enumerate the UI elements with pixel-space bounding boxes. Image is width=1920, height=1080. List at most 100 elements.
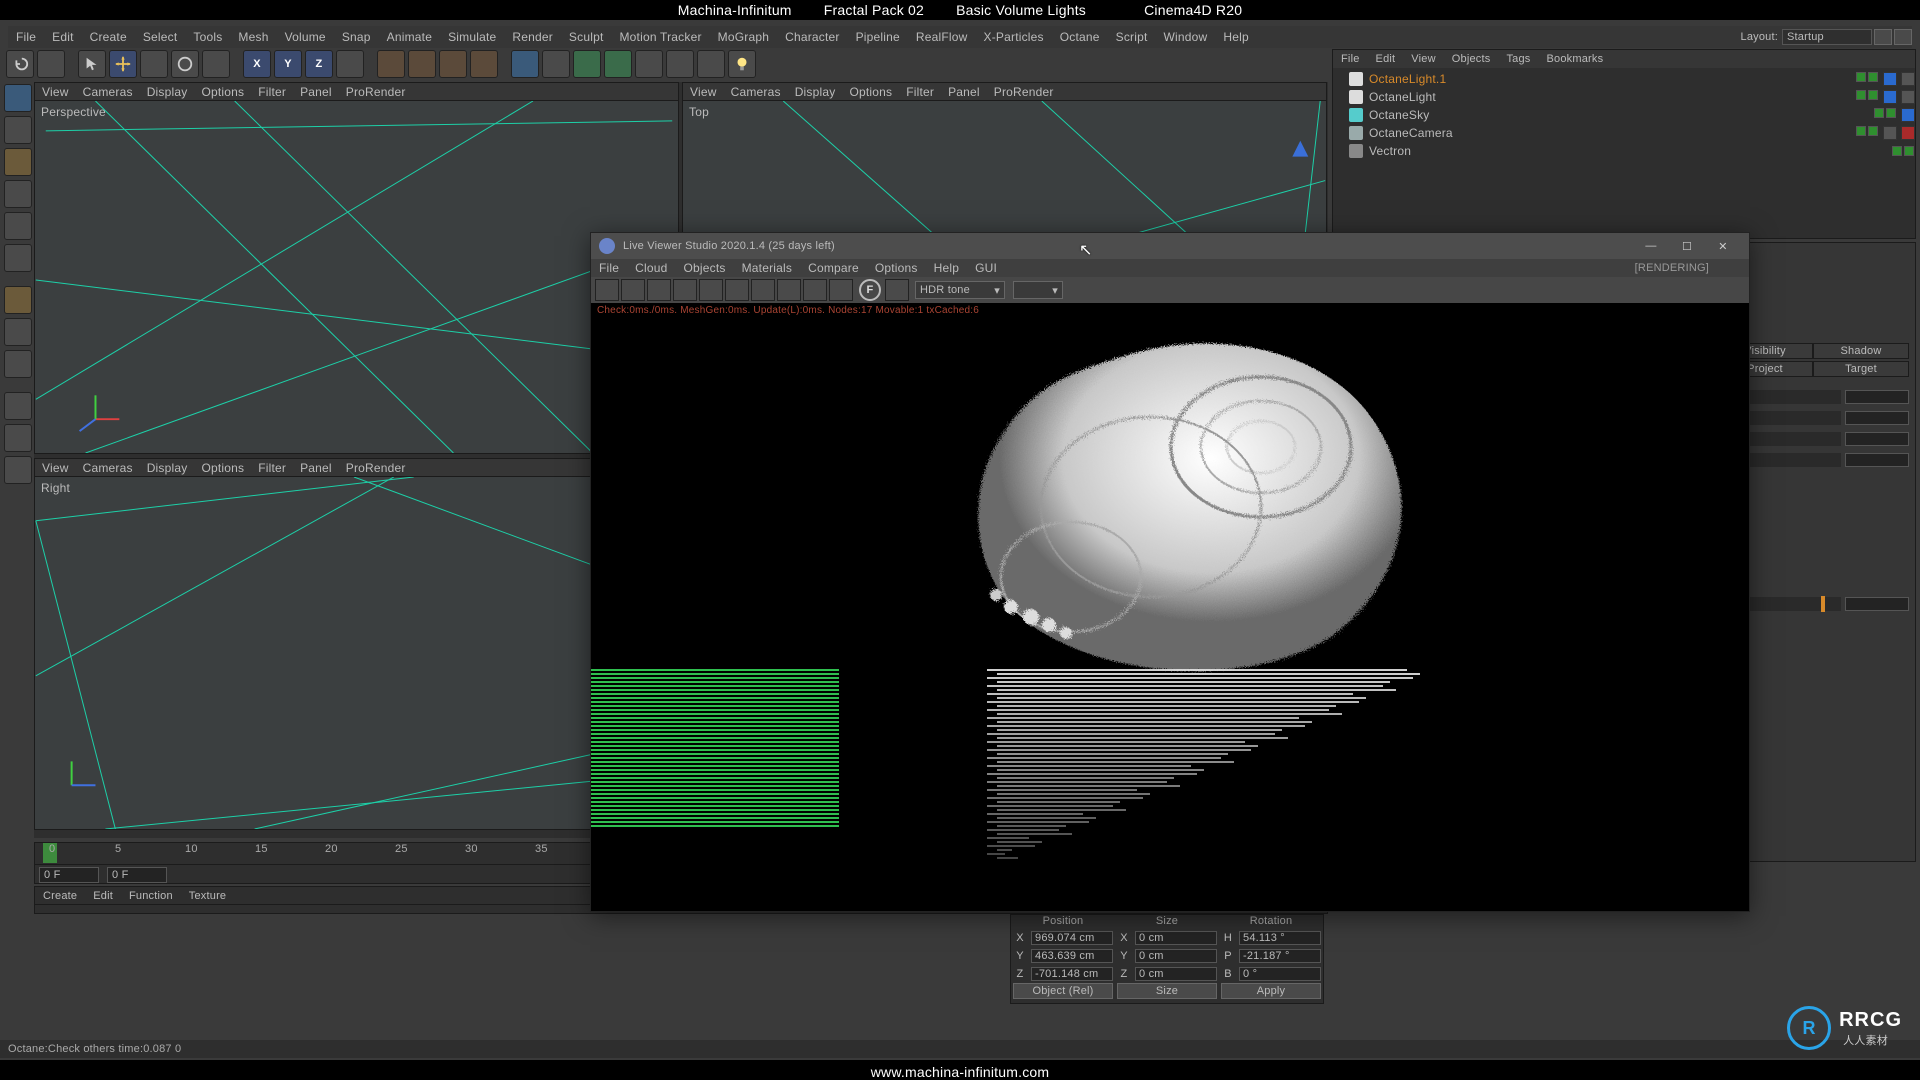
vp-menu-display[interactable]: Display (140, 85, 195, 99)
select-tool[interactable] (78, 50, 106, 78)
menu-script[interactable]: Script (1108, 30, 1156, 44)
menu-pipeline[interactable]: Pipeline (848, 30, 908, 44)
vp-menu-panel[interactable]: Panel (293, 85, 339, 99)
lv-menu-help[interactable]: Help (926, 261, 967, 275)
render-settings[interactable] (439, 50, 467, 78)
frame-in-field[interactable]: 0 F (39, 867, 99, 883)
edges-mode[interactable] (4, 212, 32, 240)
close-button[interactable]: ✕ (1705, 234, 1741, 258)
frame-out-field[interactable]: 0 F (107, 867, 167, 883)
vp-menu-view[interactable]: View (35, 461, 76, 475)
locked-toggle[interactable] (4, 392, 32, 420)
add-camera[interactable] (666, 50, 694, 78)
menu-help[interactable]: Help (1215, 30, 1256, 44)
attr-field[interactable] (1845, 453, 1909, 467)
menu-create[interactable]: Create (82, 30, 135, 44)
lv-menu-file[interactable]: File (591, 261, 627, 275)
menu-render[interactable]: Render (504, 30, 561, 44)
rotate-tool[interactable] (171, 50, 199, 78)
live-viewer-window[interactable]: Live Viewer Studio 2020.1.4 (25 days lef… (590, 232, 1750, 912)
coord-size-field[interactable]: 0 cm (1135, 967, 1217, 981)
coord-pos-field[interactable]: -701.148 cm (1031, 967, 1113, 981)
minimize-button[interactable]: — (1633, 234, 1669, 258)
coord-size-select[interactable]: Size (1117, 983, 1217, 999)
quantize-toggle[interactable] (4, 424, 32, 452)
lv-tone-select[interactable]: HDR tone▾ (915, 281, 1005, 299)
texture-mode[interactable] (4, 116, 32, 144)
vis-render-dot[interactable] (1868, 126, 1878, 136)
vp-menu-options[interactable]: Options (842, 85, 899, 99)
redo-button[interactable] (37, 50, 65, 78)
x-axis-lock[interactable]: X (243, 50, 271, 78)
menu-motiontracker[interactable]: Motion Tracker (611, 30, 709, 44)
vp-menu-cameras[interactable]: Cameras (76, 85, 140, 99)
scale-tool[interactable] (140, 50, 168, 78)
render-view[interactable] (591, 317, 1749, 911)
move-tool[interactable] (109, 50, 137, 78)
mat-menu-create[interactable]: Create (35, 890, 85, 902)
lv-menu-compare[interactable]: Compare (800, 261, 867, 275)
render-queue[interactable] (470, 50, 498, 78)
add-generator[interactable] (573, 50, 601, 78)
undo-button[interactable] (6, 50, 34, 78)
menu-xparticles[interactable]: X-Particles (976, 30, 1052, 44)
coord-pos-field[interactable]: 969.074 cm (1031, 931, 1113, 945)
object-row[interactable]: OctaneLight (1333, 88, 1915, 106)
add-spline[interactable] (542, 50, 570, 78)
lv-menu-gui[interactable]: GUI (967, 261, 1005, 275)
attr-field[interactable] (1845, 597, 1909, 611)
lv-gear-button[interactable] (725, 279, 749, 301)
model-mode[interactable] (4, 84, 32, 112)
render-region[interactable] (408, 50, 436, 78)
workplane-mode[interactable] (4, 148, 32, 176)
vp-menu-panel[interactable]: Panel (941, 85, 987, 99)
lv-focus-button[interactable]: F (859, 279, 881, 301)
axis-mode[interactable] (4, 286, 32, 314)
vis-editor-dot[interactable] (1892, 146, 1902, 156)
render-view[interactable] (377, 50, 405, 78)
vp-menu-view[interactable]: View (683, 85, 724, 99)
viewport-right[interactable]: View Cameras Display Options Filter Pane… (34, 458, 679, 830)
attr-tab[interactable]: Target (1813, 361, 1909, 377)
attr-tab[interactable]: Shadow (1813, 343, 1909, 359)
menu-octane[interactable]: Octane (1052, 30, 1108, 44)
vp-menu-prorender[interactable]: ProRender (987, 85, 1061, 99)
snap-toggle[interactable] (4, 350, 32, 378)
viewport-perspective[interactable]: View Cameras Display Options Filter Pane… (34, 82, 679, 454)
add-lightbulb[interactable] (728, 50, 756, 78)
coord-rot-field[interactable]: -21.187 ° (1239, 949, 1321, 963)
vis-render-dot[interactable] (1868, 90, 1878, 100)
menu-volume[interactable]: Volume (277, 30, 334, 44)
menu-mograph[interactable]: MoGraph (710, 30, 777, 44)
menu-edit[interactable]: Edit (44, 30, 81, 44)
z-axis-lock[interactable]: Z (305, 50, 333, 78)
vis-editor-dot[interactable] (1856, 126, 1866, 136)
lv-refresh-button[interactable] (595, 279, 619, 301)
lv-pass-select[interactable]: ▾ (1013, 281, 1063, 299)
lv-menu-cloud[interactable]: Cloud (627, 261, 675, 275)
vis-editor-dot[interactable] (1856, 90, 1866, 100)
layout-small-btn-1[interactable] (1874, 29, 1892, 45)
menu-mesh[interactable]: Mesh (230, 30, 276, 44)
menu-sculpt[interactable]: Sculpt (561, 30, 612, 44)
om-menu-bookmarks[interactable]: Bookmarks (1539, 53, 1612, 65)
object-row[interactable]: Vectron (1333, 142, 1915, 160)
attr-field[interactable] (1845, 411, 1909, 425)
vis-render-dot[interactable] (1868, 72, 1878, 82)
polygons-mode[interactable] (4, 244, 32, 272)
lv-region-button[interactable] (777, 279, 801, 301)
lv-stop-button[interactable] (673, 279, 697, 301)
vp-menu-display[interactable]: Display (140, 461, 195, 475)
viewport-solo[interactable] (4, 318, 32, 346)
add-environment[interactable] (635, 50, 663, 78)
menu-tools[interactable]: Tools (185, 30, 230, 44)
menu-realflow[interactable]: RealFlow (908, 30, 976, 44)
maximize-button[interactable]: ☐ (1669, 234, 1705, 258)
coord-mode-select[interactable]: Object (Rel) (1013, 983, 1113, 999)
mat-menu-edit[interactable]: Edit (85, 890, 121, 902)
soft-select[interactable] (4, 456, 32, 484)
vp-menu-panel[interactable]: Panel (293, 461, 339, 475)
coord-pos-field[interactable]: 463.639 cm (1031, 949, 1113, 963)
menu-file[interactable]: File (8, 30, 44, 44)
lv-camera-button[interactable] (885, 279, 909, 301)
